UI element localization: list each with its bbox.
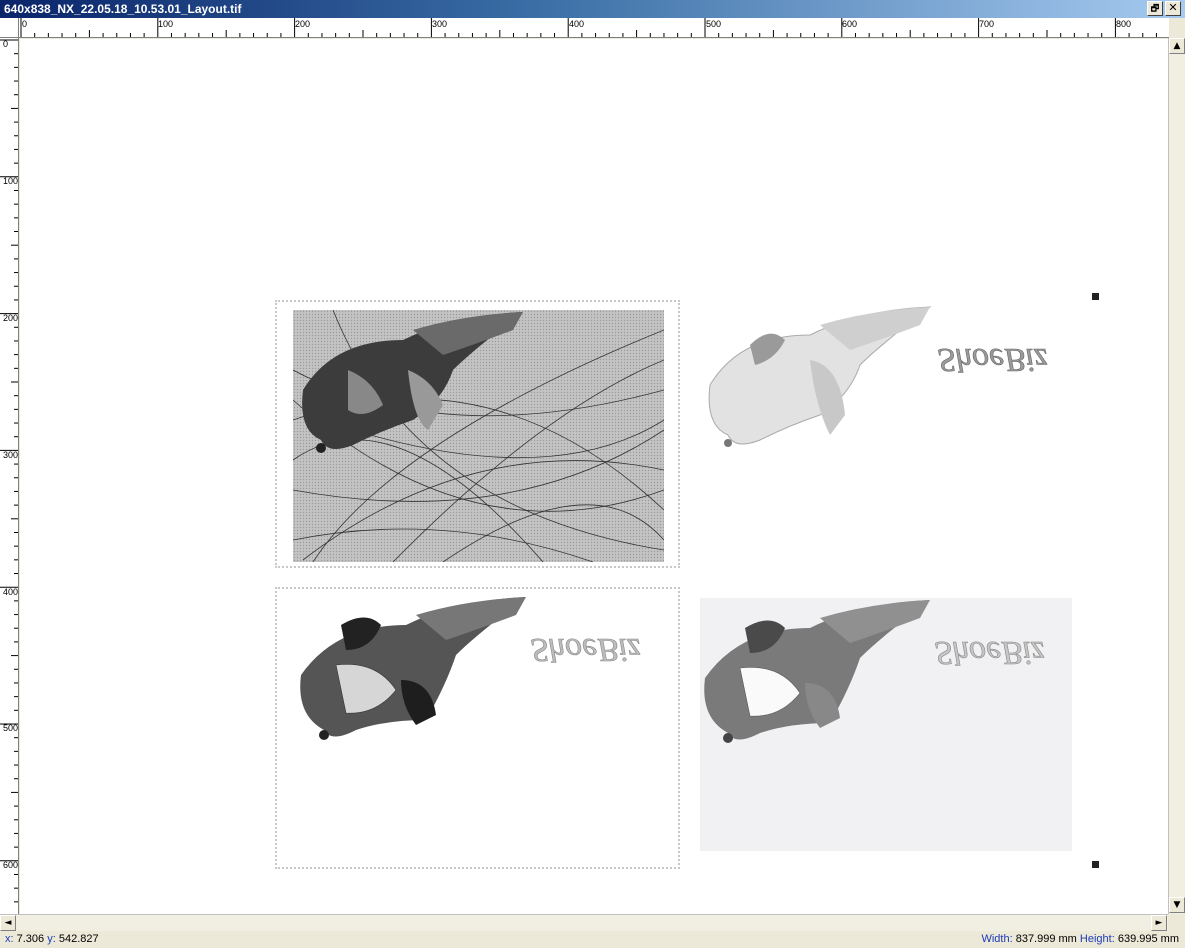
height-value: 639.995 mm bbox=[1117, 933, 1179, 945]
image-sketch-variant[interactable] bbox=[292, 309, 665, 563]
ruler-h-label: 200 bbox=[295, 19, 310, 29]
ruler-v-label: 300 bbox=[3, 450, 18, 460]
horizontal-ruler-ticks: 0 100 200 300 400 500 600 700 800 bbox=[20, 18, 1157, 37]
ruler-v-label: 600 bbox=[3, 860, 18, 870]
window-title: 640x838_NX_22.05.18_10.53.01_Layout.tif bbox=[4, 2, 242, 16]
arrow-right-icon: ► bbox=[1155, 918, 1163, 928]
size-grip bbox=[1168, 914, 1185, 931]
restore-button[interactable]: 🗗 bbox=[1147, 1, 1163, 16]
close-button[interactable]: ✕ bbox=[1165, 1, 1181, 16]
layout-canvas[interactable]: ShoeBiz ShoeBiz ShoeBiz bbox=[20, 39, 1168, 914]
ruler-h-label: 800 bbox=[1116, 19, 1131, 29]
scroll-down-button[interactable]: ▼ bbox=[1169, 897, 1185, 913]
width-label: Width: bbox=[981, 933, 1013, 945]
document-size: Width: 837.999 mm Height: 639.995 mm bbox=[981, 931, 1179, 947]
shoe-dark-watermark: ShoeBiz bbox=[531, 631, 641, 668]
status-bar: x: 7.306 y: 542.827 Width: 837.999 mm He… bbox=[0, 931, 1185, 948]
shoe-dark-image: ShoeBiz bbox=[300, 597, 641, 740]
arrow-left-icon: ◄ bbox=[4, 918, 12, 928]
shoe-gray-watermark: ShoeBiz bbox=[935, 634, 1045, 671]
scroll-right-button[interactable]: ► bbox=[1151, 915, 1167, 931]
ruler-corner bbox=[0, 18, 19, 38]
arrow-up-icon: ▲ bbox=[1173, 41, 1181, 51]
ruler-h-label: 600 bbox=[842, 19, 857, 29]
ruler-h-label: 500 bbox=[706, 19, 721, 29]
resize-handle-bottom[interactable] bbox=[1092, 861, 1099, 868]
ruler-h-label: 100 bbox=[158, 19, 173, 29]
title-bar[interactable]: 640x838_NX_22.05.18_10.53.01_Layout.tif … bbox=[0, 0, 1185, 18]
scroll-up-button[interactable]: ▲ bbox=[1169, 38, 1185, 54]
x-label: x: bbox=[5, 933, 14, 945]
close-icon: ✕ bbox=[1168, 1, 1178, 14]
ruler-v-label: 400 bbox=[3, 587, 18, 597]
ruler-v-label: 200 bbox=[3, 313, 18, 323]
y-label: y: bbox=[47, 933, 56, 945]
image-gray-bg-variant[interactable]: ShoeBiz bbox=[700, 598, 1072, 851]
resize-handle-top[interactable] bbox=[1092, 293, 1099, 300]
width-value: 837.999 mm bbox=[1015, 933, 1077, 945]
vertical-ruler-ticks: 0 100 200 300 400 500 600 bbox=[0, 39, 18, 903]
ruler-h-label: 0 bbox=[22, 19, 27, 29]
cursor-position: x: 7.306 y: 542.827 bbox=[5, 931, 99, 947]
shoe-sketch-image bbox=[292, 309, 665, 563]
ruler-h-label: 700 bbox=[979, 19, 994, 29]
ruler-h-label: 300 bbox=[432, 19, 447, 29]
image-dark-variant[interactable]: ShoeBiz bbox=[296, 595, 671, 749]
app-window: 640x838_NX_22.05.18_10.53.01_Layout.tif … bbox=[0, 0, 1185, 948]
ruler-h-label: 400 bbox=[569, 19, 584, 29]
height-label: Height: bbox=[1079, 933, 1115, 945]
horizontal-scrollbar[interactable]: ◄ ► bbox=[0, 914, 1168, 931]
vertical-ruler[interactable]: 0 100 200 300 400 500 600 bbox=[0, 38, 19, 914]
scroll-left-button[interactable]: ◄ bbox=[0, 915, 16, 931]
shoe-light-watermark: ShoeBiz bbox=[938, 341, 1048, 378]
restore-icon: 🗗 bbox=[1150, 4, 1160, 14]
shoe-gray-image: ShoeBiz bbox=[704, 600, 1045, 743]
ruler-v-label: 500 bbox=[3, 723, 18, 733]
ruler-v-label: 0 bbox=[3, 39, 8, 49]
image-light-variant[interactable]: ShoeBiz bbox=[700, 305, 1075, 459]
x-value: 7.306 bbox=[16, 933, 45, 945]
arrow-down-icon: ▼ bbox=[1173, 900, 1181, 910]
vertical-scrollbar[interactable]: ▲ ▼ bbox=[1168, 38, 1185, 914]
horizontal-ruler[interactable]: 0 100 200 300 400 500 600 700 800 bbox=[19, 18, 1169, 38]
y-value: 542.827 bbox=[58, 933, 99, 945]
ruler-v-label: 100 bbox=[3, 176, 18, 186]
shoe-light-image: ShoeBiz bbox=[708, 306, 1048, 447]
